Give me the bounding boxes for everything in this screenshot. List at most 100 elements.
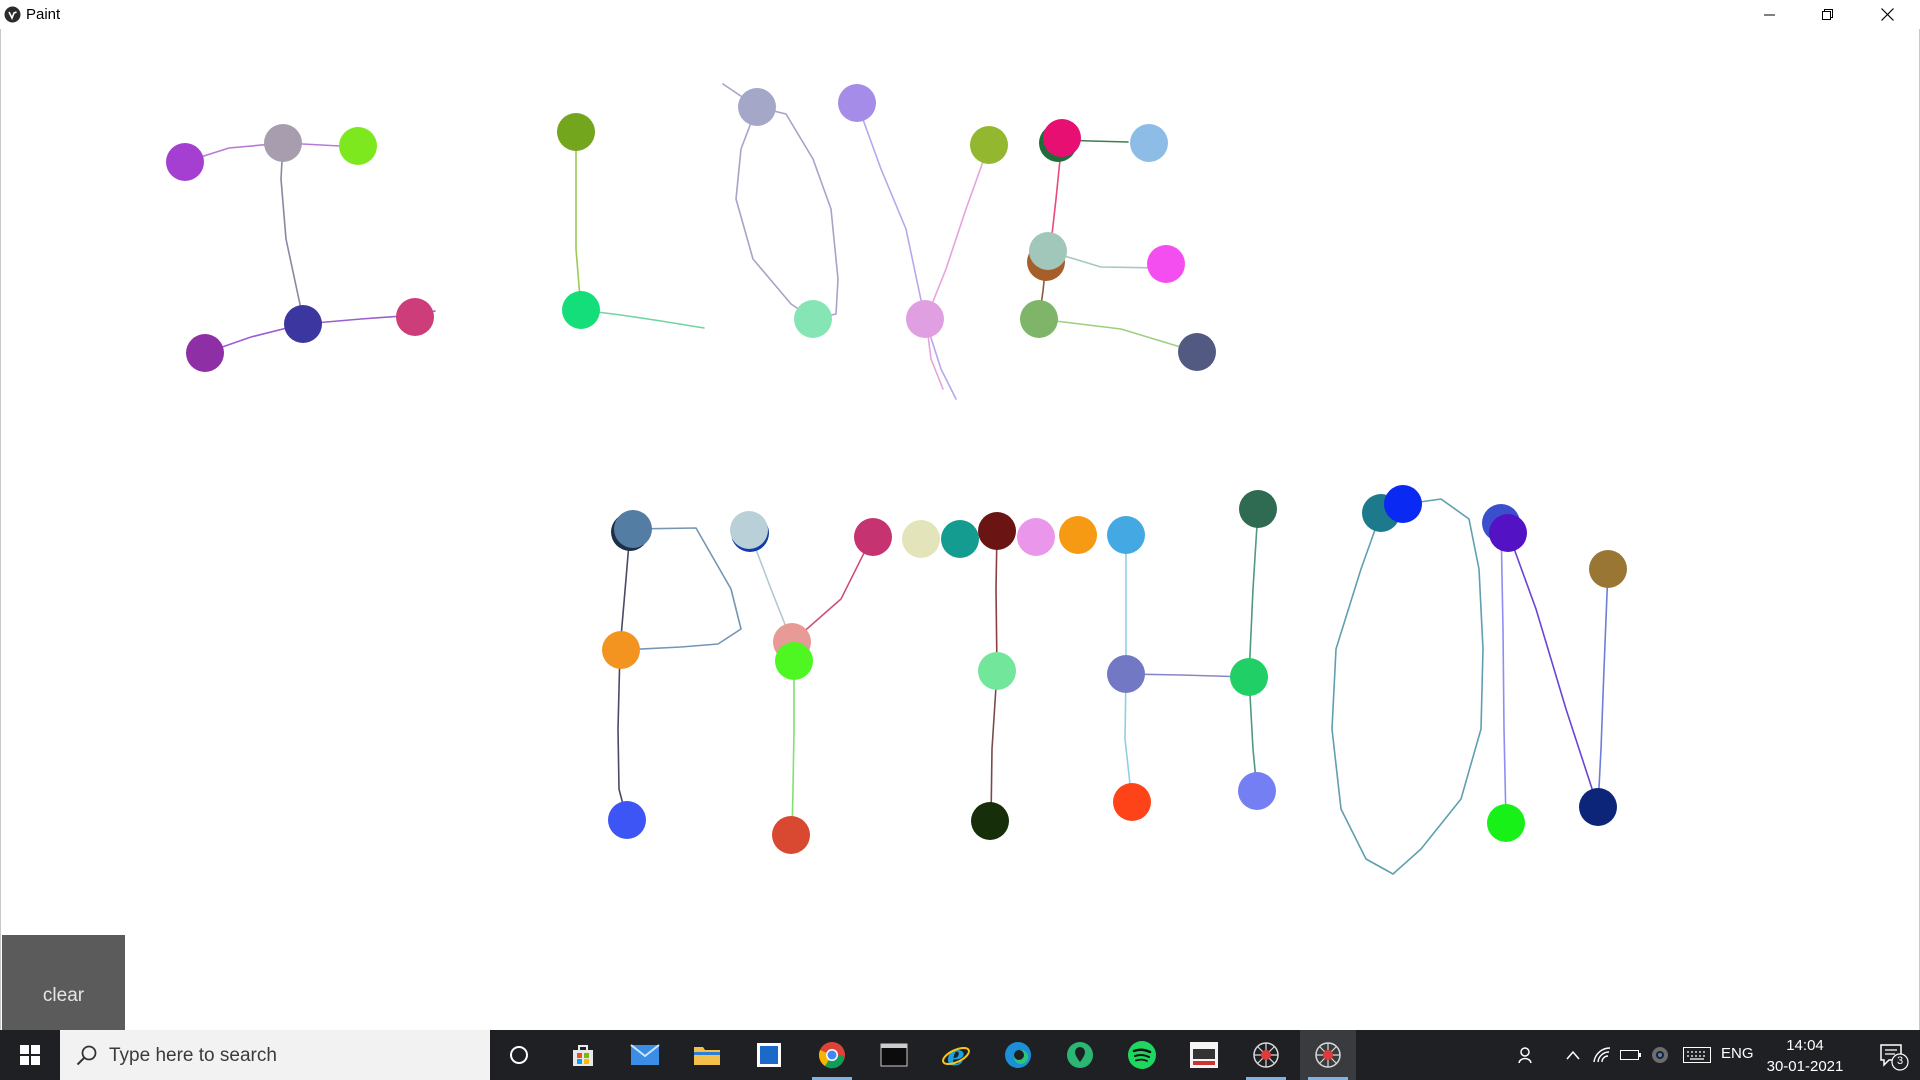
- paint-dot: [775, 642, 813, 680]
- taskbar-search-box[interactable]: Type here to search: [60, 1030, 490, 1080]
- minimize-button[interactable]: [1741, 0, 1799, 29]
- paint-dot: [794, 300, 832, 338]
- paint-dot: [978, 512, 1016, 550]
- battery-button[interactable]: [1618, 1030, 1644, 1080]
- clock-date: 30-01-2021: [1766, 1058, 1844, 1075]
- paint-dot: [1489, 514, 1527, 552]
- paint-dot: [854, 518, 892, 556]
- paint-dot: [970, 126, 1008, 164]
- paint-stroke: [1507, 531, 1599, 808]
- paint-dot: [838, 84, 876, 122]
- paint-dot: [772, 816, 810, 854]
- paint-stroke: [995, 530, 998, 672]
- paint-dot: [1487, 804, 1525, 842]
- paint-dot: [1017, 518, 1055, 556]
- internet-explorer-icon: e: [942, 1040, 970, 1070]
- minimize-icon: [1764, 14, 1775, 15]
- webcam-icon: [1652, 1047, 1668, 1063]
- paint-dot: [186, 334, 224, 372]
- paint-dot: [557, 113, 595, 151]
- paint-stroke: [990, 670, 998, 822]
- paint-dot: [1178, 333, 1216, 371]
- restore-icon: [1822, 8, 1833, 20]
- window-app-icon: [757, 1043, 781, 1067]
- paint-dot: [339, 127, 377, 165]
- show-hidden-icons-button[interactable]: [1560, 1030, 1586, 1080]
- input-language[interactable]: ENG: [1721, 1045, 1754, 1062]
- paint-dot: [906, 300, 944, 338]
- people-icon: [1518, 1047, 1532, 1064]
- paint-stroke: [925, 144, 990, 320]
- wifi-icon: [1593, 1047, 1611, 1063]
- paint-dot: [284, 305, 322, 343]
- touch-keyboard-button[interactable]: [1680, 1030, 1714, 1080]
- paint-dot: [978, 652, 1016, 690]
- paint-dot: [1384, 485, 1422, 523]
- windows-logo-icon: [20, 1045, 40, 1065]
- paint-dot: [1589, 550, 1627, 588]
- taskbar-paint-app-2[interactable]: [1300, 1030, 1356, 1080]
- taskbar-terminal[interactable]: [866, 1030, 922, 1080]
- action-center-button[interactable]: 3: [1862, 1030, 1920, 1080]
- paint-dot: [1239, 490, 1277, 528]
- paint-stroke: [722, 83, 839, 320]
- paint-dot: [1579, 788, 1617, 826]
- spider-web-icon: [1315, 1042, 1341, 1068]
- paint-dot: [902, 520, 940, 558]
- close-button[interactable]: [1858, 0, 1916, 29]
- paint-dot: [1020, 300, 1058, 338]
- paint-dot: [730, 511, 768, 549]
- taskbar-app-blue[interactable]: [741, 1030, 797, 1080]
- drawing-surface[interactable]: [1, 29, 1919, 1030]
- paint-dot: [166, 143, 204, 181]
- people-button[interactable]: [1512, 1030, 1542, 1080]
- paint-stroke: [617, 530, 631, 821]
- paint-stroke: [1597, 568, 1609, 808]
- start-button[interactable]: [0, 1030, 60, 1080]
- search-placeholder: Type here to search: [109, 1045, 277, 1066]
- paint-stroke: [1500, 522, 1507, 824]
- paint-dot: [614, 510, 652, 548]
- paint-stroke: [575, 131, 582, 311]
- taskbar-store[interactable]: [555, 1030, 611, 1080]
- restore-button[interactable]: [1799, 0, 1857, 29]
- taskbar-spotify[interactable]: [1114, 1030, 1170, 1080]
- clock[interactable]: 14:04 30-01-2021: [1760, 1035, 1850, 1077]
- drawing-canvas[interactable]: clear: [0, 29, 1920, 1057]
- network-button[interactable]: [1589, 1030, 1615, 1080]
- taskbar-paint-app-1[interactable]: [1238, 1030, 1294, 1080]
- paint-dot: [1113, 783, 1151, 821]
- paint-dot: [1107, 655, 1145, 693]
- taskbar-edge[interactable]: [990, 1030, 1046, 1080]
- chevron-up-icon: [1566, 1050, 1580, 1060]
- cortana-button[interactable]: [491, 1030, 547, 1080]
- paint-stroke: [1331, 498, 1484, 875]
- notification-count: 3: [1896, 1055, 1904, 1067]
- webcam-button[interactable]: [1647, 1030, 1673, 1080]
- mail-icon: [630, 1044, 660, 1065]
- taskbar-chrome[interactable]: [804, 1030, 860, 1080]
- taskbar-app-window[interactable]: [1176, 1030, 1232, 1080]
- folder-icon: [694, 1047, 720, 1065]
- paint-dot: [602, 631, 640, 669]
- taskbar-maps[interactable]: [1052, 1030, 1108, 1080]
- paint-dot: [1059, 516, 1097, 554]
- title-bar: Paint: [0, 0, 1920, 29]
- paint-dot: [608, 801, 646, 839]
- paint-stroke: [1038, 318, 1198, 353]
- paint-dot: [1230, 658, 1268, 696]
- taskbar-internet-explorer[interactable]: e: [928, 1030, 984, 1080]
- spider-web-icon: [1253, 1042, 1279, 1068]
- battery-icon: [1620, 1050, 1641, 1060]
- paint-stroke: [1124, 673, 1133, 803]
- taskbar-file-explorer[interactable]: [679, 1030, 735, 1080]
- edge-icon: [1005, 1042, 1031, 1068]
- chrome-icon: [818, 1042, 845, 1069]
- taskbar-mail[interactable]: [617, 1030, 673, 1080]
- paint-dot: [941, 520, 979, 558]
- paint-dot: [1029, 232, 1067, 270]
- app-window-icon: [1190, 1042, 1218, 1068]
- paint-dot: [396, 298, 434, 336]
- paint-dot: [562, 291, 600, 329]
- notification-icon: [1880, 1044, 1909, 1071]
